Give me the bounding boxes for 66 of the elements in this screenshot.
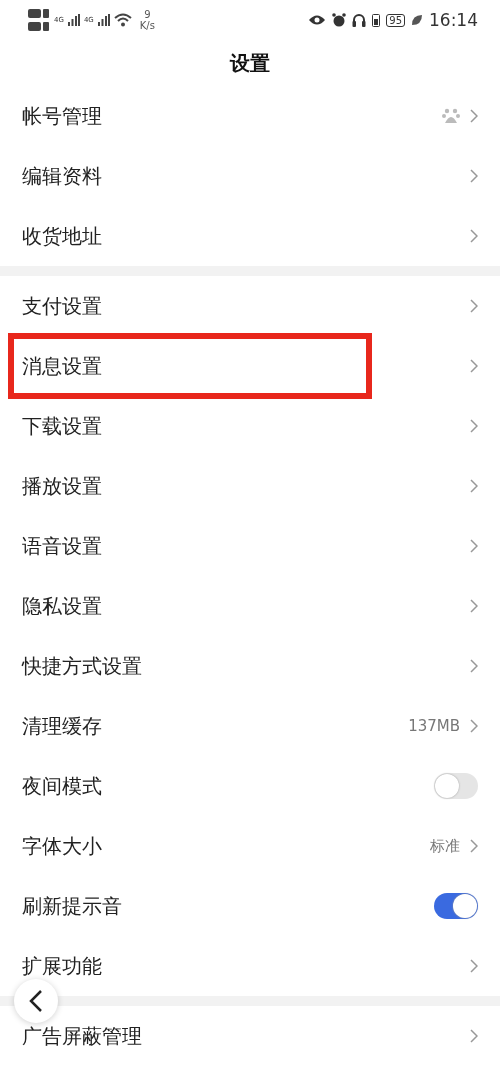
chevron-right-icon (470, 109, 478, 123)
paw-icon (442, 107, 460, 125)
row-label: 帐号管理 (22, 104, 102, 128)
chevron-right-icon (470, 169, 478, 183)
toggle-switch[interactable] (434, 773, 478, 799)
chevron-right-icon (470, 359, 478, 373)
row-label: 扩展功能 (22, 954, 102, 978)
network-speed: 9 (144, 9, 151, 20)
chevron-right-icon (470, 839, 478, 853)
signal-icon (67, 14, 80, 26)
battery-level: 95 (386, 13, 405, 27)
row-label: 支付设置 (22, 294, 102, 318)
eye-icon (308, 14, 327, 26)
row-value: 137MB (408, 717, 460, 735)
speed-unit: K/s (139, 20, 155, 31)
toggle-switch[interactable] (434, 893, 478, 919)
settings-row[interactable]: 帐号管理 (0, 86, 500, 146)
row-label: 播放设置 (22, 474, 102, 498)
settings-row[interactable]: 语音设置 (0, 516, 500, 576)
chevron-right-icon (470, 299, 478, 313)
row-label: 隐私设置 (22, 594, 102, 618)
row-label: 刷新提示音 (22, 894, 122, 918)
settings-row[interactable]: 播放设置 (0, 456, 500, 516)
chevron-right-icon (470, 719, 478, 733)
chevron-right-icon (470, 659, 478, 673)
row-label: 消息设置 (22, 354, 102, 378)
back-button[interactable] (14, 979, 58, 1023)
page-title: 设置 (228, 50, 271, 77)
chevron-right-icon (470, 959, 478, 973)
settings-row[interactable]: 广告屏蔽管理 (0, 1006, 500, 1066)
signal-icon (97, 14, 110, 26)
settings-row[interactable]: 支付设置 (0, 276, 500, 336)
chevron-right-icon (470, 599, 478, 613)
wifi-icon (113, 13, 132, 27)
settings-row[interactable]: 字体大小 标准 (0, 816, 500, 876)
back-icon (29, 989, 43, 1013)
settings-row[interactable]: 隐私设置 (0, 576, 500, 636)
row-label: 清理缓存 (22, 714, 102, 738)
settings-row[interactable]: 刷新提示音 (0, 876, 500, 936)
chevron-right-icon (470, 539, 478, 553)
settings-row[interactable]: 消息设置 (0, 336, 500, 396)
settings-row[interactable]: 编辑资料 (0, 146, 500, 206)
settings-row[interactable]: 下载设置 (0, 396, 500, 456)
row-value: 标准 (430, 836, 460, 856)
settings-row[interactable]: 快捷方式设置 (0, 636, 500, 696)
row-label: 快捷方式设置 (22, 654, 142, 678)
row-label: 收货地址 (22, 224, 102, 248)
row-label: 编辑资料 (22, 164, 102, 188)
battery-icon (372, 13, 381, 27)
clock-time: 16:14 (429, 10, 478, 30)
chevron-right-icon (470, 1029, 478, 1043)
leaf-icon (411, 14, 423, 26)
settings-row[interactable]: 收货地址 (0, 206, 500, 266)
headphones-icon (352, 13, 367, 27)
alarm-icon (332, 13, 347, 27)
row-label: 字体大小 (22, 834, 102, 858)
row-label: 广告屏蔽管理 (22, 1024, 142, 1048)
row-label: 下载设置 (22, 414, 102, 438)
settings-row[interactable]: 扩展功能 (0, 936, 500, 996)
chevron-right-icon (470, 229, 478, 243)
row-label: 语音设置 (22, 534, 102, 558)
row-label: 夜间模式 (22, 774, 102, 798)
chevron-right-icon (470, 419, 478, 433)
settings-row[interactable]: 夜间模式 (0, 756, 500, 816)
settings-row[interactable]: 清理缓存 137MB (0, 696, 500, 756)
chevron-right-icon (470, 479, 478, 493)
